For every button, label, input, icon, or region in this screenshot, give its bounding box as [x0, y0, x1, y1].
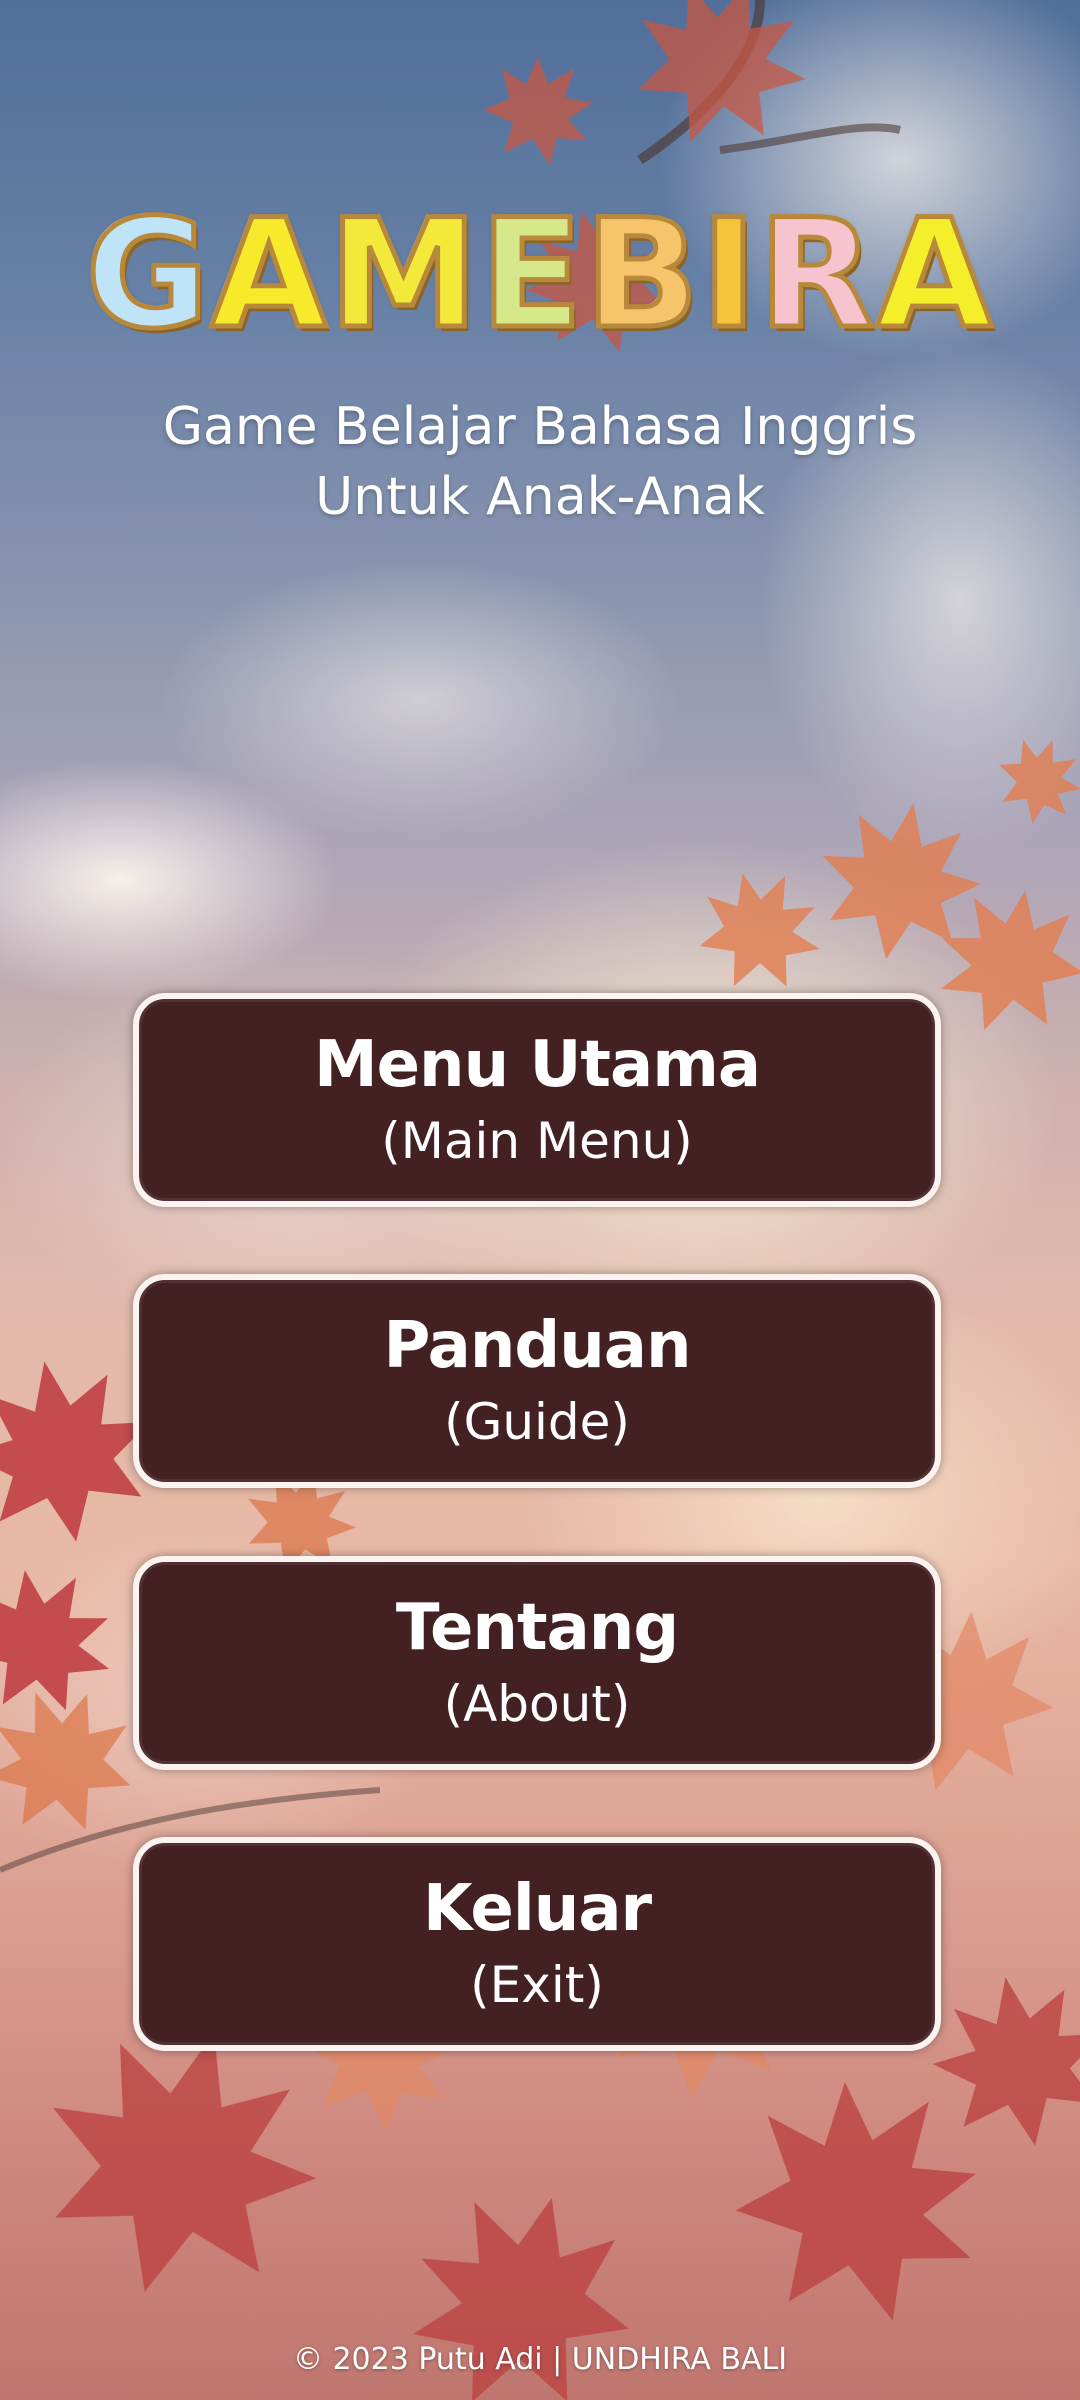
main-menu-button[interactable]: Menu Utama (Main Menu) — [133, 993, 941, 1207]
title-letter: R — [756, 188, 877, 362]
button-label: Keluar — [422, 1872, 652, 1946]
button-sublabel: (About) — [443, 1675, 631, 1733]
game-title: GAMEBIRA — [0, 188, 1080, 362]
button-sublabel: (Exit) — [470, 1956, 604, 2014]
title-letter: A — [874, 188, 995, 362]
about-button[interactable]: Tentang (About) — [133, 1556, 941, 1770]
title-letter: E — [478, 188, 585, 362]
title-letter: A — [208, 188, 329, 362]
subtitle-line: Untuk Anak-Anak — [315, 467, 765, 527]
button-label: Panduan — [383, 1309, 691, 1383]
guide-button[interactable]: Panduan (Guide) — [133, 1274, 941, 1488]
exit-button[interactable]: Keluar (Exit) — [133, 1837, 941, 2051]
title-letter: G — [83, 188, 211, 362]
main-screen: GAMEBIRA Game Belajar Bahasa Inggris Unt… — [0, 0, 1080, 2400]
game-subtitle: Game Belajar Bahasa Inggris Untuk Anak-A… — [60, 392, 1020, 532]
title-letter: I — [698, 188, 759, 362]
button-label: Tentang — [395, 1591, 679, 1665]
title-letter: B — [582, 188, 701, 362]
subtitle-line: Game Belajar Bahasa Inggris — [162, 397, 918, 457]
title-letter: M — [326, 188, 481, 362]
copyright-footer: © 2023 Putu Adi | UNDHIRA BALI — [292, 2342, 788, 2377]
button-sublabel: (Guide) — [444, 1393, 630, 1451]
button-sublabel: (Main Menu) — [381, 1112, 693, 1170]
button-label: Menu Utama — [313, 1028, 761, 1102]
